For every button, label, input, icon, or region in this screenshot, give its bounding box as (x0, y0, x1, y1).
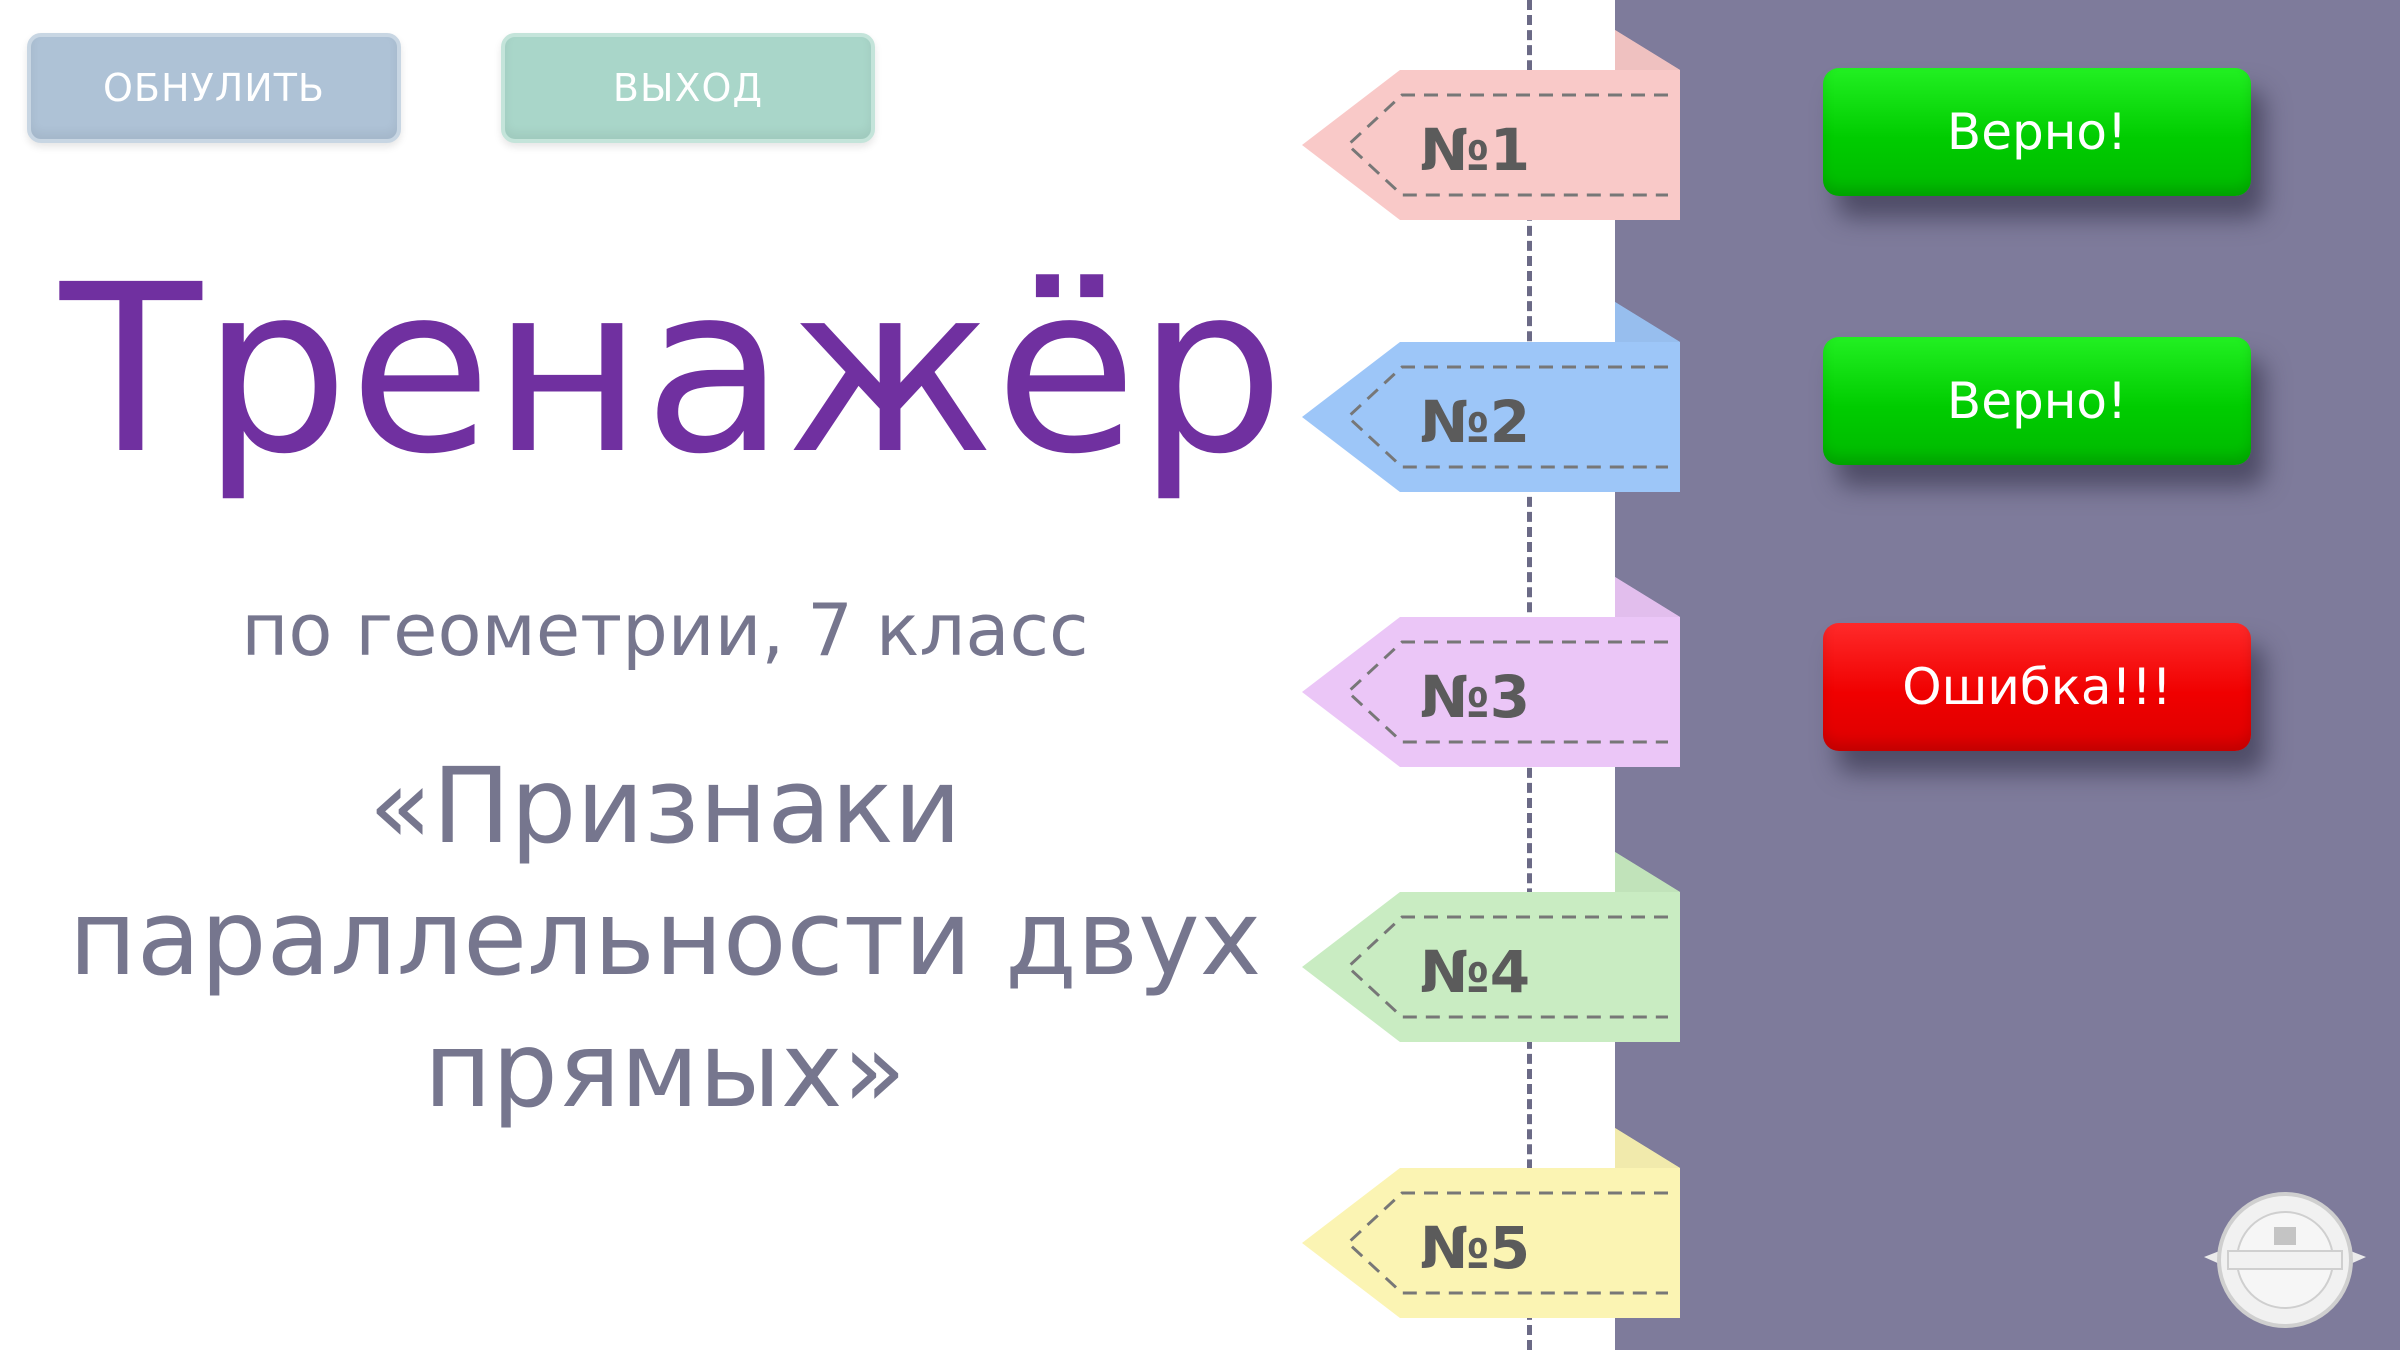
tab-label: №2 (1420, 388, 1531, 456)
task-tab-1[interactable]: №1 (1300, 30, 1680, 230)
task-tab-5[interactable]: №5 (1300, 1128, 1680, 1328)
task-tab-3[interactable]: №3 (1300, 577, 1680, 777)
result-badge-2: Верно! (1823, 337, 2251, 465)
task-tab-4[interactable]: №4 (1300, 852, 1680, 1052)
tab-label: №3 (1420, 663, 1531, 731)
exit-button[interactable]: ВЫХОД (501, 33, 875, 143)
reset-button[interactable]: ОБНУЛИТЬ (27, 33, 401, 143)
page-subtitle: по геометрии, 7 класс (241, 588, 1089, 672)
topic-title: «Признаки параллельности двух прямых» (40, 740, 1290, 1136)
topic-line: «Признаки (368, 745, 962, 867)
tab-label: №4 (1420, 938, 1531, 1006)
topic-line: параллельности двух (68, 877, 1262, 999)
task-tab-2[interactable]: №2 (1300, 302, 1680, 502)
topic-line: прямых» (423, 1009, 907, 1131)
result-badge-3: Ошибка!!! (1823, 623, 2251, 751)
tab-label: №1 (1420, 116, 1531, 184)
result-badge-1: Верно! (1823, 68, 2251, 196)
tab-label: №5 (1420, 1214, 1531, 1282)
author-stamp-logo-icon (2204, 1192, 2366, 1328)
page-title: Тренажёр (60, 235, 1285, 505)
